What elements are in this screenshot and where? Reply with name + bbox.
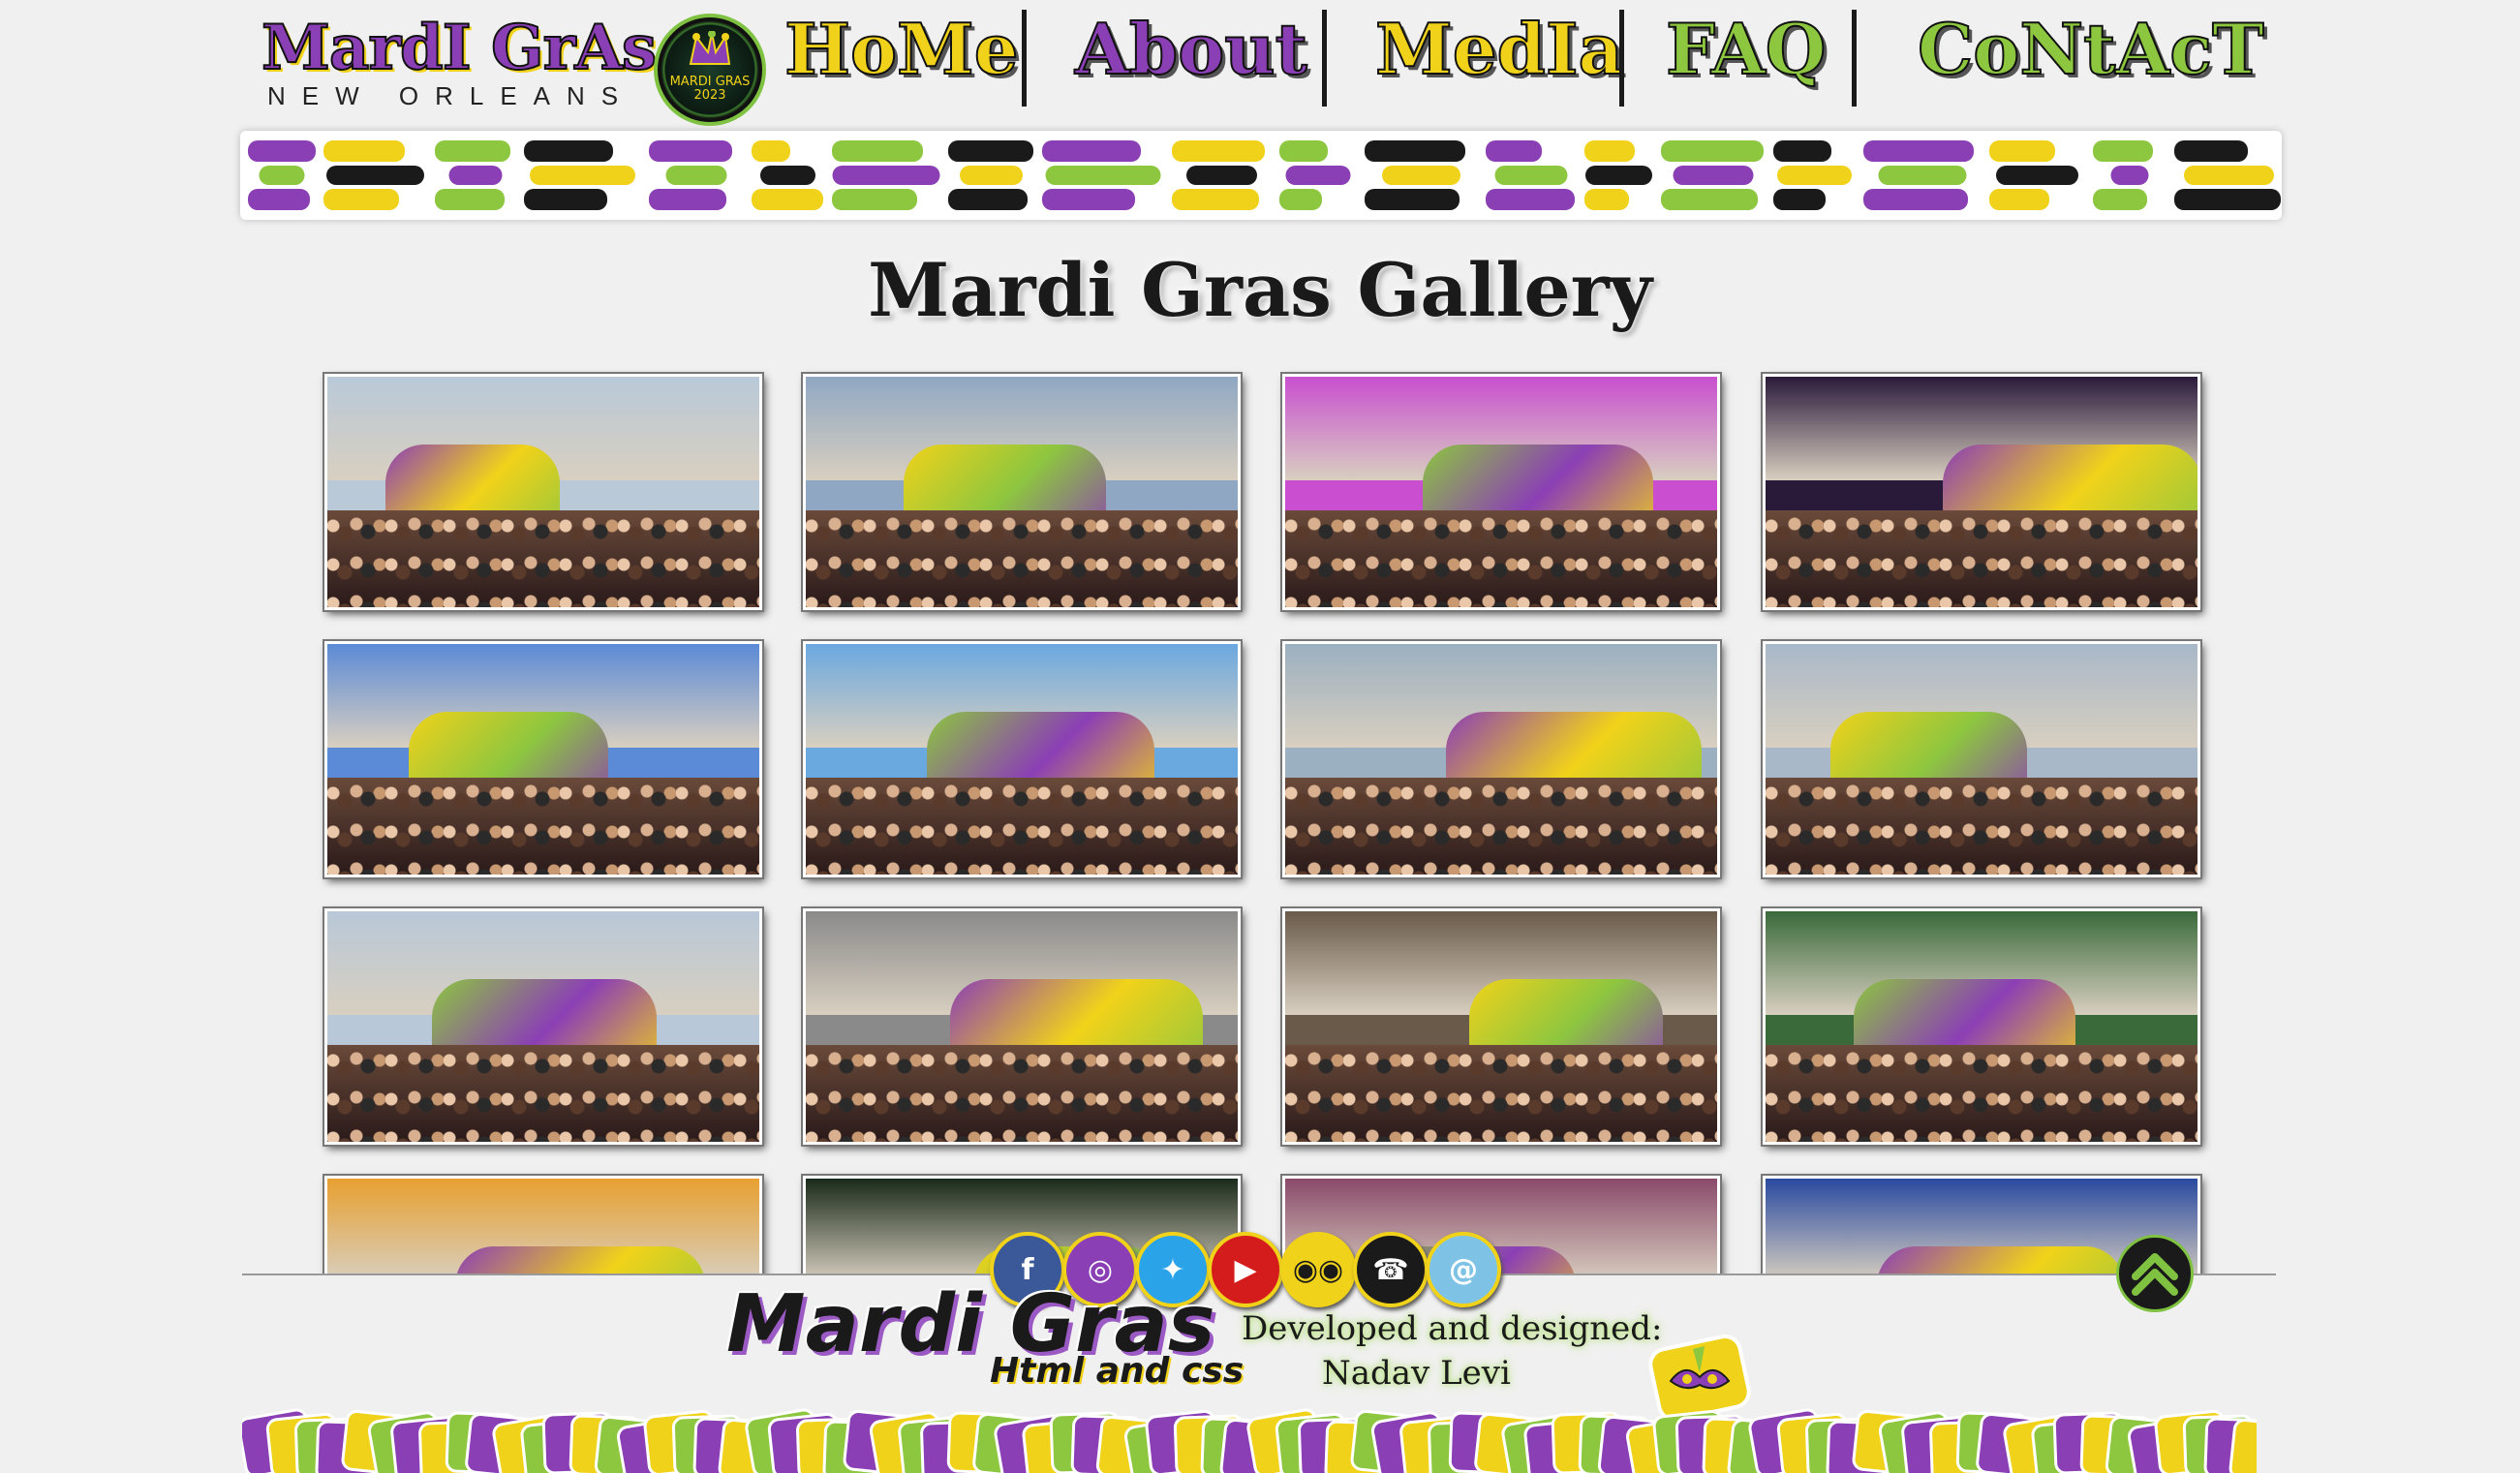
crowd (806, 510, 1238, 607)
crowd (1766, 1045, 2197, 1142)
photo-blue-cloud-float[interactable] (324, 641, 762, 877)
credit-author: Nadav Levi (1322, 1354, 1511, 1393)
phone-icon[interactable]: ☎ (1353, 1232, 1429, 1307)
crowd (806, 778, 1238, 875)
crowd (806, 1045, 1238, 1142)
tripadvisor-icon[interactable]: ◉◉ (1280, 1232, 1356, 1307)
crowd (1285, 1045, 1717, 1142)
crowd (1285, 778, 1717, 875)
photo-float-beads-catch[interactable] (1282, 374, 1720, 610)
photo-confetti-float[interactable] (803, 641, 1241, 877)
photo-feathered-masks[interactable] (1763, 908, 2200, 1145)
crowd (1285, 510, 1717, 607)
crowd (327, 510, 759, 607)
gallery-title: Mardi Gras Gallery (868, 247, 1652, 333)
crowd (327, 778, 759, 875)
scroll-to-top-button[interactable] (2116, 1235, 2194, 1312)
email-icon[interactable]: @ (1426, 1232, 1501, 1307)
parade-float (455, 1246, 705, 1274)
parade-float (1877, 1246, 2124, 1274)
photo-night-float-confetti[interactable] (1763, 374, 2200, 610)
photo-peacock-float[interactable] (803, 908, 1241, 1145)
crowd (327, 1045, 759, 1142)
credit-label: Developed and designed: (1242, 1309, 1663, 1348)
photo-crowd-float[interactable] (803, 374, 1241, 610)
youtube-icon[interactable]: ▶ (1208, 1232, 1283, 1307)
decorative-tile (2228, 1418, 2257, 1473)
photo-orange-smoke[interactable] (324, 1176, 762, 1274)
photo-jester-float[interactable] (1282, 641, 1720, 877)
crowd (1766, 510, 2197, 607)
decorative-tile-strip (242, 1408, 2257, 1473)
gallery-section: Mardi Gras Gallery (0, 0, 2520, 1274)
double-chevron-up-icon (2132, 1253, 2178, 1296)
photo-canal-street-parade[interactable] (324, 374, 762, 610)
photo-french-quarter-balcony[interactable] (1763, 641, 2200, 877)
photo-costumed-revelers[interactable] (1282, 908, 1720, 1145)
crowd (1766, 778, 2197, 875)
footer-tech-label: Html and css (990, 1351, 1245, 1391)
photo-jester-head-float[interactable] (324, 908, 762, 1145)
